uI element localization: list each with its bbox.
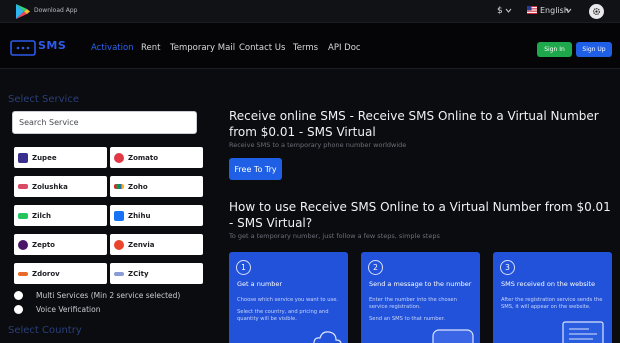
- brand-logo-text[interactable]: SMS: [38, 39, 66, 52]
- service-zdorov[interactable]: Zdorov: [14, 263, 107, 284]
- nav-temporary-mail[interactable]: Temporary Mail: [170, 43, 235, 53]
- step-title: SMS received on the website: [501, 280, 595, 288]
- multi-services-label: Multi Services (Min 2 service selected): [36, 291, 181, 300]
- step-text: Enter the number into the chosen service…: [369, 297, 457, 310]
- step-number: 3: [500, 260, 515, 275]
- cloud-icon: [313, 331, 342, 343]
- chevron-down-icon[interactable]: [565, 8, 572, 13]
- settings-button[interactable]: [589, 4, 604, 19]
- currency-selector[interactable]: $: [497, 6, 503, 16]
- step-text: Choose which service you want to use.: [237, 297, 339, 303]
- service-zupee[interactable]: Zupee: [14, 147, 107, 168]
- step-number: 2: [368, 260, 383, 275]
- how-to-title: How to use Receive SMS Online to a Virtu…: [229, 200, 611, 230]
- select-country-heading: Select Country: [8, 325, 82, 336]
- step-text: After the registration service sends the…: [501, 297, 603, 310]
- step-title: Send a message to the number: [369, 280, 472, 288]
- google-play-icon[interactable]: [16, 4, 30, 19]
- voice-verification-label: Voice Verification: [36, 305, 101, 314]
- chevron-down-icon[interactable]: [505, 8, 512, 13]
- service-zilch[interactable]: Zilch: [14, 205, 107, 226]
- zoho-icon: [114, 184, 124, 189]
- search-service-input[interactable]: [12, 111, 197, 134]
- voice-verification-radio[interactable]: [14, 305, 23, 314]
- service-zepto[interactable]: Zepto: [14, 234, 107, 255]
- zepto-icon: [18, 239, 28, 250]
- step-card-3: 3 SMS received on the website After the …: [493, 252, 612, 343]
- service-zenvia[interactable]: Zenvia: [110, 234, 203, 255]
- page-title: Receive online SMS - Receive SMS Online …: [229, 109, 599, 139]
- step-card-1: 1 Get a number Choose which service you …: [229, 252, 348, 343]
- gear-icon: [592, 7, 601, 16]
- zhihu-icon: [114, 210, 124, 221]
- zupee-icon: [18, 152, 28, 163]
- zenvia-icon: [114, 239, 124, 250]
- document-icon: [562, 321, 604, 343]
- us-flag-icon: [527, 6, 537, 14]
- message-bubble-icon: [432, 329, 474, 343]
- zdorov-icon: [18, 271, 28, 276]
- nav-terms[interactable]: Terms: [293, 43, 318, 53]
- select-service-heading: Select Service: [8, 94, 79, 105]
- service-zoho[interactable]: Zoho: [110, 176, 203, 197]
- zolushka-icon: [18, 184, 28, 189]
- nav-rent[interactable]: Rent: [141, 43, 160, 53]
- service-zhihu[interactable]: Zhihu: [110, 205, 203, 226]
- step-card-2: 2 Send a message to the number Enter the…: [361, 252, 480, 343]
- signup-button[interactable]: Sign Up: [576, 42, 612, 57]
- step-text: Select the country, and pricing and quan…: [237, 309, 329, 322]
- signin-button[interactable]: Sign In: [537, 42, 572, 57]
- free-to-try-button[interactable]: Free To Try: [229, 158, 282, 180]
- nav-contact-us[interactable]: Contact Us: [239, 43, 285, 53]
- how-to-subtitle: To get a temporary number, just follow a…: [229, 232, 440, 240]
- logo-icon[interactable]: [10, 40, 36, 56]
- main-nav: SMS Activation Rent Temporary Mail Conta…: [0, 23, 620, 69]
- download-app-link[interactable]: Download App: [34, 7, 77, 14]
- zilch-icon: [18, 212, 28, 219]
- voice-verification-option[interactable]: Voice Verification: [14, 305, 100, 314]
- step-title: Get a number: [237, 280, 283, 288]
- top-bar: Download App $ English: [0, 0, 620, 23]
- zomato-icon: [114, 152, 124, 163]
- nav-activation[interactable]: Activation: [91, 43, 134, 53]
- zcity-icon: [114, 271, 124, 276]
- multi-services-radio[interactable]: [14, 291, 23, 300]
- service-zcity[interactable]: ZCity: [110, 263, 203, 284]
- step-text: Send an SMS to that number.: [369, 316, 445, 322]
- service-zomato[interactable]: Zomato: [110, 147, 203, 168]
- service-zolushka[interactable]: Zolushka: [14, 176, 107, 197]
- page-subtitle: Receive SMS to a temporary phone number …: [229, 141, 407, 149]
- nav-api-doc[interactable]: API Doc: [328, 43, 361, 53]
- step-number: 1: [236, 260, 251, 275]
- multi-services-option[interactable]: Multi Services (Min 2 service selected): [14, 291, 180, 300]
